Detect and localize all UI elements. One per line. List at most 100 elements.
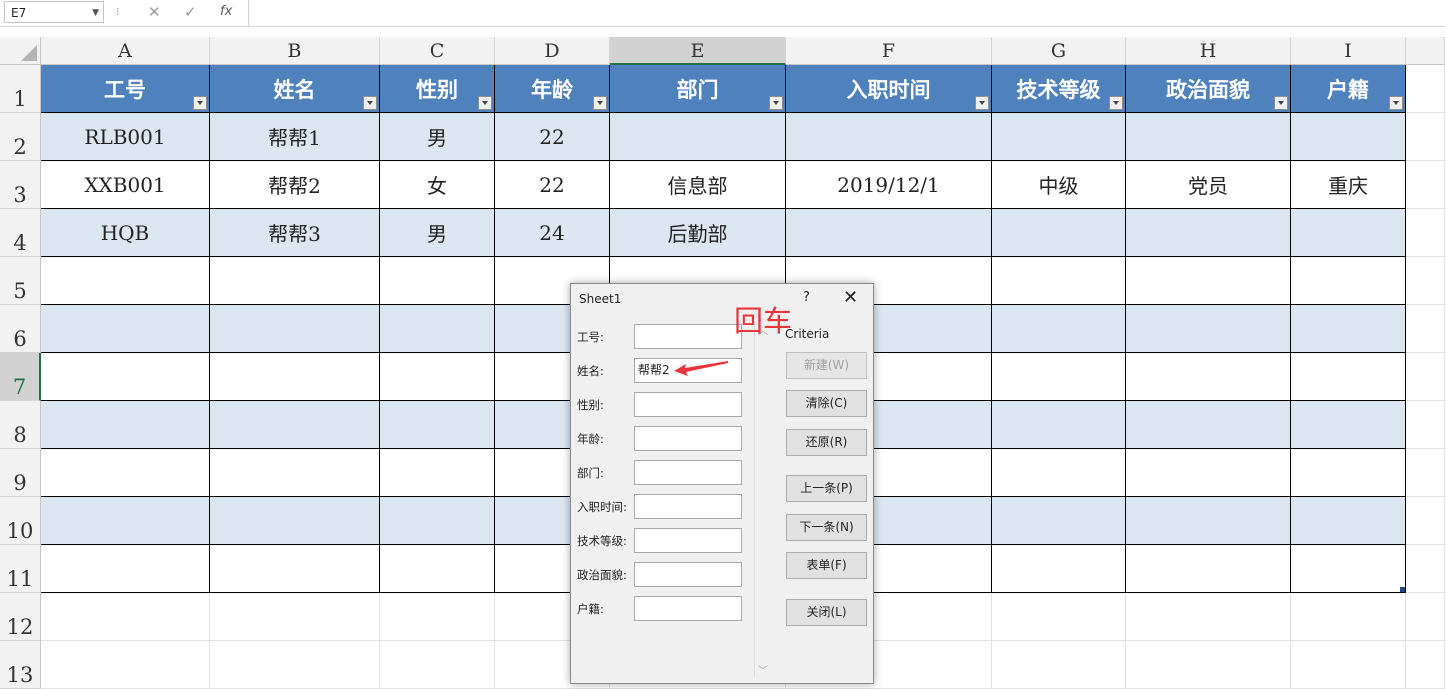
cell[interactable] <box>1291 545 1406 593</box>
field-input[interactable] <box>634 596 742 621</box>
row-header-1[interactable]: 1 <box>0 65 41 113</box>
cell[interactable] <box>1291 113 1406 161</box>
cell[interactable]: RLB001 <box>41 113 210 161</box>
cell[interactable] <box>1406 401 1445 449</box>
cell[interactable] <box>41 545 210 593</box>
scroll-down-icon[interactable]: ﹀ <box>758 662 768 677</box>
cell[interactable] <box>210 641 380 689</box>
cell[interactable] <box>1406 113 1445 161</box>
form-button[interactable]: 表单(F) <box>786 552 867 579</box>
cell[interactable] <box>1126 593 1291 641</box>
row-header-12[interactable]: 12 <box>0 593 41 641</box>
cell[interactable] <box>1291 449 1406 497</box>
cell[interactable] <box>610 113 786 161</box>
table-header-cell[interactable]: 部门 <box>610 65 786 113</box>
cell[interactable] <box>1291 593 1406 641</box>
cell[interactable] <box>1406 593 1445 641</box>
clear-button[interactable]: 清除(C) <box>786 390 867 417</box>
cell[interactable] <box>41 305 210 353</box>
cell[interactable] <box>786 209 992 257</box>
cell[interactable] <box>41 593 210 641</box>
cell[interactable] <box>1126 209 1291 257</box>
cell[interactable]: 男 <box>380 209 495 257</box>
row-header-9[interactable]: 9 <box>0 449 41 497</box>
row-header-2[interactable]: 2 <box>0 113 41 161</box>
cell[interactable] <box>1126 113 1291 161</box>
row-header-10[interactable]: 10 <box>0 497 41 545</box>
row-header-11[interactable]: 11 <box>0 545 41 593</box>
filter-dropdown-icon[interactable] <box>769 96 783 110</box>
table-header-cell[interactable]: 性别 <box>380 65 495 113</box>
table-header-cell[interactable]: 年龄 <box>495 65 610 113</box>
cell[interactable] <box>41 401 210 449</box>
cell[interactable] <box>1126 449 1291 497</box>
column-header-a[interactable]: A <box>41 37 210 65</box>
cell[interactable] <box>210 593 380 641</box>
column-header-b[interactable]: B <box>210 37 380 65</box>
cell[interactable] <box>210 545 380 593</box>
cell[interactable] <box>210 497 380 545</box>
table-header-cell[interactable]: 姓名 <box>210 65 380 113</box>
cell[interactable] <box>380 497 495 545</box>
cell[interactable]: 帮帮2 <box>210 161 380 209</box>
filter-dropdown-icon[interactable] <box>193 96 207 110</box>
cell[interactable] <box>41 449 210 497</box>
field-input[interactable] <box>634 324 742 349</box>
cell[interactable] <box>992 641 1126 689</box>
cell[interactable] <box>380 353 495 401</box>
cell[interactable] <box>1291 257 1406 305</box>
cell[interactable] <box>992 449 1126 497</box>
cell[interactable]: 重庆 <box>1291 161 1406 209</box>
cell[interactable] <box>1406 641 1445 689</box>
cell[interactable] <box>380 593 495 641</box>
cell[interactable] <box>210 449 380 497</box>
cell[interactable] <box>380 401 495 449</box>
cell[interactable]: 女 <box>380 161 495 209</box>
cell[interactable] <box>41 257 210 305</box>
column-header-h[interactable]: H <box>1126 37 1291 65</box>
filter-dropdown-icon[interactable] <box>1389 96 1403 110</box>
cell[interactable] <box>1406 305 1445 353</box>
field-input[interactable] <box>634 562 742 587</box>
cell[interactable] <box>786 113 992 161</box>
row-header-3[interactable]: 3 <box>0 161 41 209</box>
cell[interactable]: 帮帮3 <box>210 209 380 257</box>
column-header-g[interactable]: G <box>992 37 1126 65</box>
cell[interactable] <box>992 545 1126 593</box>
close-icon[interactable]: ✕ <box>843 288 858 308</box>
filter-dropdown-icon[interactable] <box>593 96 607 110</box>
cell[interactable] <box>1126 353 1291 401</box>
table-header-cell[interactable]: 入职时间 <box>786 65 992 113</box>
filter-dropdown-icon[interactable] <box>1109 96 1123 110</box>
column-header-f[interactable]: F <box>786 37 992 65</box>
cell[interactable] <box>1126 257 1291 305</box>
table-header-cell[interactable]: 政治面貌 <box>1126 65 1291 113</box>
cell[interactable] <box>1126 305 1291 353</box>
field-input[interactable] <box>634 392 742 417</box>
cell[interactable] <box>380 257 495 305</box>
row-header-4[interactable]: 4 <box>0 209 41 257</box>
cell[interactable] <box>41 641 210 689</box>
cell[interactable] <box>1291 209 1406 257</box>
cell[interactable] <box>1126 401 1291 449</box>
filter-dropdown-icon[interactable] <box>478 96 492 110</box>
cell[interactable] <box>380 449 495 497</box>
cell[interactable]: 帮帮1 <box>210 113 380 161</box>
row-header-5[interactable]: 5 <box>0 257 41 305</box>
select-all-corner[interactable] <box>0 37 41 65</box>
cell[interactable] <box>380 545 495 593</box>
cell[interactable] <box>1406 257 1445 305</box>
cell[interactable] <box>992 401 1126 449</box>
cell[interactable]: 党员 <box>1126 161 1291 209</box>
cell[interactable] <box>992 353 1126 401</box>
cell[interactable]: 后勤部 <box>610 209 786 257</box>
filter-dropdown-icon[interactable] <box>975 96 989 110</box>
cell[interactable] <box>1291 353 1406 401</box>
cell[interactable] <box>1406 209 1445 257</box>
cell[interactable] <box>380 305 495 353</box>
cell[interactable]: 2019/12/1 <box>786 161 992 209</box>
cell[interactable]: 24 <box>495 209 610 257</box>
cell[interactable] <box>1126 641 1291 689</box>
record-scrollbar[interactable]: ︿ ﹀ <box>754 322 769 677</box>
cell[interactable] <box>210 353 380 401</box>
